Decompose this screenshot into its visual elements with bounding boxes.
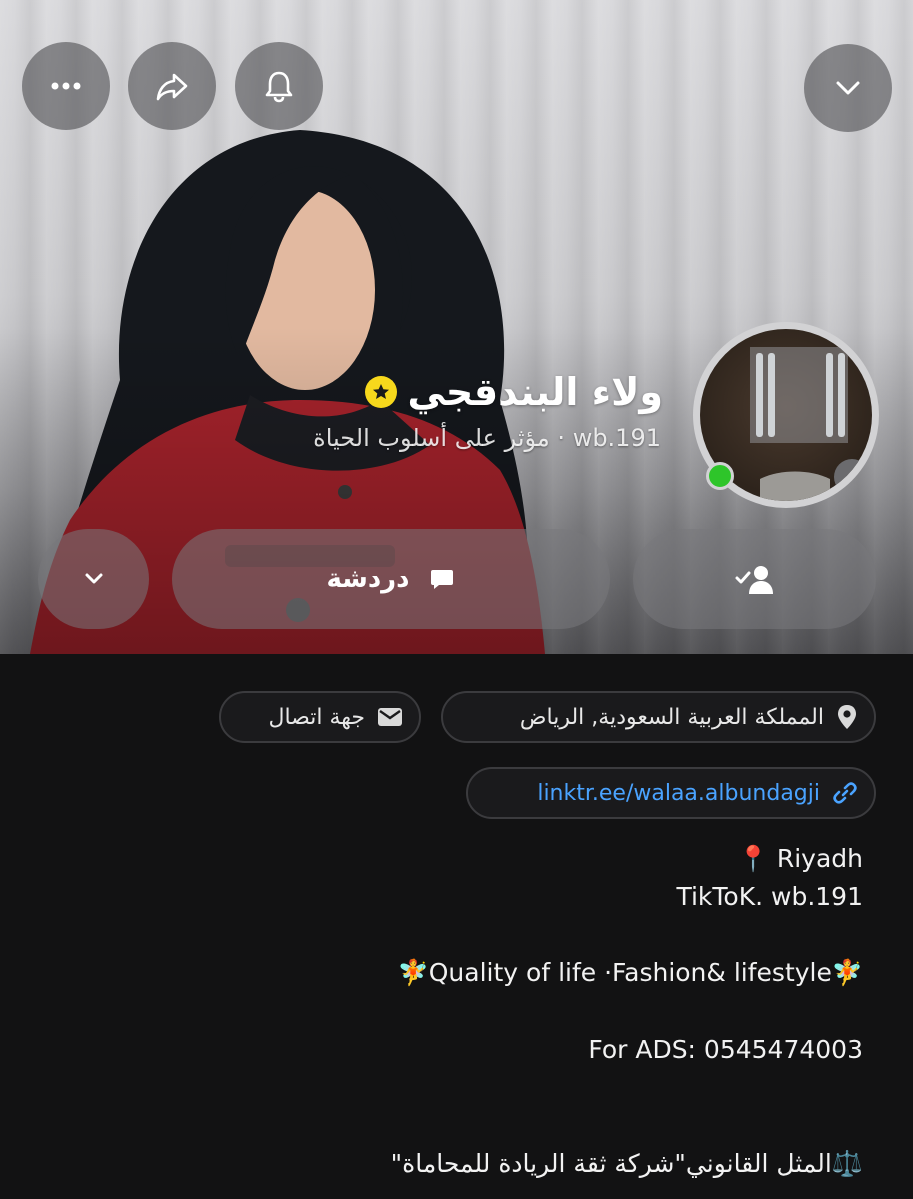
bio-line-tagline: 🧚Quality of life ·Fashion& lifestyle🧚 (397, 958, 863, 987)
profile-name: ولاء البندقجي (407, 370, 663, 414)
chat-icon (430, 570, 453, 589)
more-actions-button[interactable] (38, 529, 149, 629)
more-icon (51, 82, 81, 90)
bio-line-tiktok: TikToK. wb.191 (676, 882, 863, 911)
bio-line-location: 📍 Riyadh (737, 844, 863, 873)
share-button[interactable] (128, 42, 216, 130)
profile-screen: ولاء البندقجي wb.191 · مؤثر على أسلوب ال… (0, 0, 913, 1199)
link-icon (833, 782, 857, 804)
profile-name-row: ولاء البندقجي (365, 370, 663, 414)
link-text: linktr.ee/walaa.albundagji (537, 780, 820, 806)
notifications-button[interactable] (235, 42, 323, 130)
online-status-dot (706, 462, 734, 490)
chat-label: دردشة (326, 564, 410, 594)
profile-subtitle: wb.191 · مؤثر على أسلوب الحياة (313, 424, 661, 452)
location-icon (838, 705, 856, 729)
chat-button[interactable]: دردشة (172, 529, 610, 629)
contact-chip[interactable]: جهة اتصال (219, 691, 421, 743)
link-chip[interactable]: linktr.ee/walaa.albundagji (466, 767, 876, 819)
mail-icon (378, 708, 402, 726)
location-chip[interactable]: المملكة العربية السعودية, الرياض (441, 691, 876, 743)
location-text: المملكة العربية السعودية, الرياض (519, 704, 824, 730)
bio-line-ads: For ADS: 0545474003 (588, 1035, 863, 1064)
share-icon (156, 73, 188, 101)
chevron-down-icon (85, 573, 102, 584)
collapse-button[interactable] (804, 44, 892, 132)
chevron-down-icon (836, 81, 860, 95)
star-icon (365, 376, 398, 408)
bell-icon (265, 71, 293, 103)
more-button[interactable] (22, 42, 110, 130)
add-friend-icon (735, 566, 773, 594)
add-friend-button[interactable] (633, 529, 876, 629)
bio-line-legal: ⚖️المثل القانوني"شركة ثقة الريادة للمحام… (390, 1149, 863, 1178)
contact-text: جهة اتصال (268, 704, 365, 730)
profile-hero: ولاء البندقجي wb.191 · مؤثر على أسلوب ال… (0, 0, 913, 654)
